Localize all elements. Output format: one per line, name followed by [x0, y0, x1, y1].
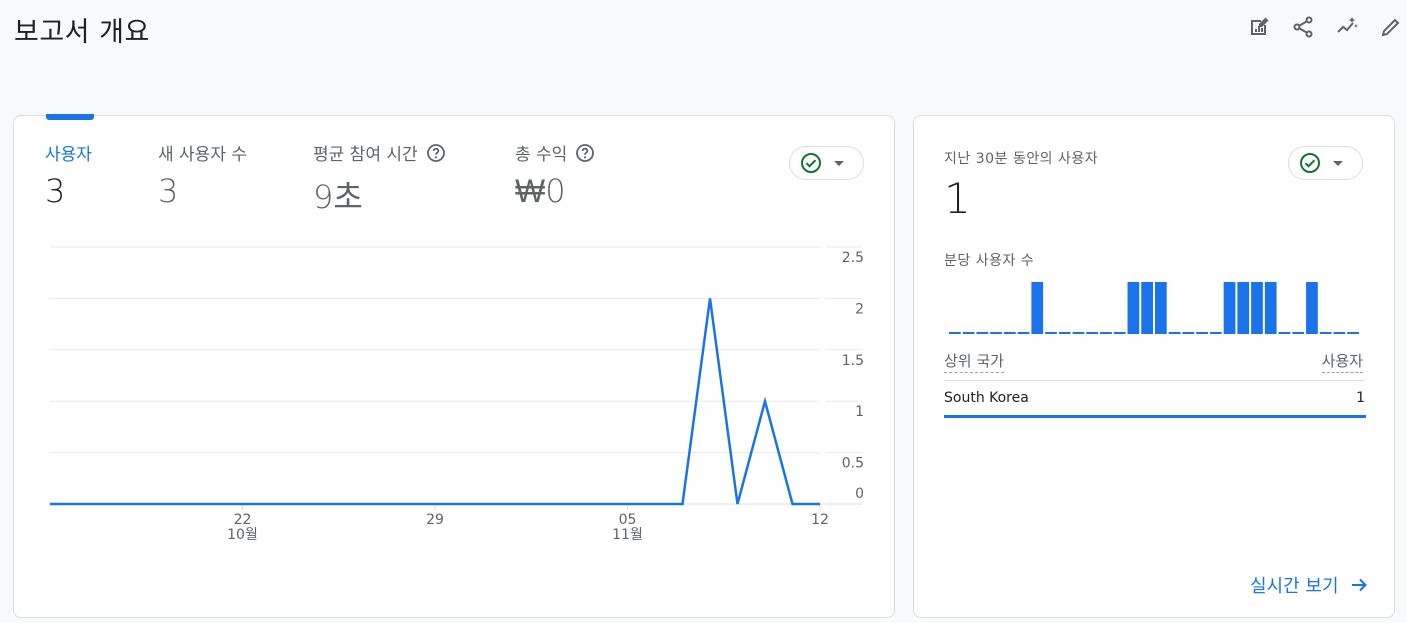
view-realtime-link[interactable]: 실시간 보기	[1250, 572, 1369, 598]
col-header-country[interactable]: 상위 국가	[944, 350, 1004, 373]
realtime-value: 1	[944, 174, 971, 223]
metric-new-users-label: 새 사용자 수	[158, 145, 248, 165]
metric-avg-engagement[interactable]: 평균 참여 시간 9초	[313, 140, 446, 218]
chevron-down-icon	[1333, 160, 1343, 166]
country-share-bar	[944, 415, 1366, 418]
view-realtime-label: 실시간 보기	[1250, 576, 1339, 597]
metric-total-revenue-label: 총 수익	[515, 145, 568, 165]
metric-new-users-value: 3	[158, 172, 179, 210]
metric-users-value: 3	[45, 172, 66, 210]
metric-new-users[interactable]: 새 사용자 수 3	[158, 140, 247, 210]
table-divider	[944, 380, 1365, 381]
realtime-title: 지난 30분 동안의 사용자	[944, 151, 1099, 167]
realtime-comparison-dropdown[interactable]	[1288, 146, 1363, 180]
metric-avg-engagement-label: 평균 참여 시간	[313, 145, 418, 165]
active-tab-indicator	[46, 114, 94, 120]
edit-report-icon[interactable]	[1244, 12, 1274, 42]
arrow-right-icon	[1349, 575, 1369, 595]
toolbar	[1244, 12, 1406, 42]
check-circle-icon	[800, 152, 822, 174]
col-header-users[interactable]: 사용자	[1321, 350, 1363, 373]
metric-users-label: 사용자	[45, 145, 92, 165]
check-circle-icon	[1299, 152, 1321, 174]
metric-total-revenue[interactable]: 총 수익 ₩0	[515, 140, 595, 210]
help-icon[interactable]	[575, 143, 595, 163]
insights-icon[interactable]	[1332, 12, 1362, 42]
chevron-down-icon	[834, 160, 844, 166]
page-title: 보고서 개요	[14, 17, 150, 48]
metric-users[interactable]: 사용자 3	[45, 140, 92, 210]
metric-total-revenue-value: ₩0	[515, 172, 566, 210]
share-icon[interactable]	[1288, 12, 1318, 42]
comparison-dropdown[interactable]	[789, 146, 864, 180]
per-minute-label: 분당 사용자 수	[944, 253, 1035, 269]
overview-card	[13, 115, 895, 618]
country-users: 1	[1356, 390, 1365, 406]
country-name: South Korea	[944, 390, 1029, 406]
metric-avg-engagement-value: 9초	[313, 178, 363, 216]
help-icon[interactable]	[426, 143, 446, 163]
pencil-icon[interactable]	[1376, 12, 1406, 42]
